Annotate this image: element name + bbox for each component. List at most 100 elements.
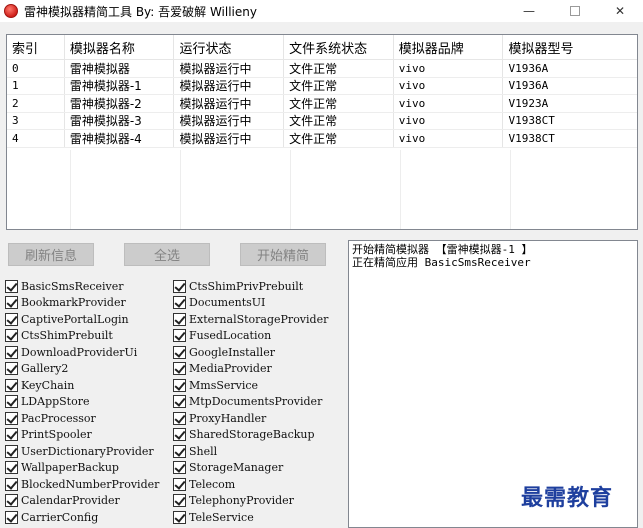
- checkbox-checked-icon[interactable]: [173, 444, 186, 458]
- checkbox-checked-icon[interactable]: [5, 312, 18, 326]
- app-checkbox-item[interactable]: CalendarProvider: [5, 493, 120, 509]
- table-row[interactable]: 0 雷神模拟器 模拟器运行中 文件正常 vivo V1936A: [7, 60, 637, 78]
- minimize-button[interactable]: —: [506, 0, 552, 22]
- app-checkbox-item[interactable]: TeleService: [173, 509, 254, 525]
- checkbox-checked-icon[interactable]: [173, 461, 186, 474]
- checkbox-checked-icon[interactable]: [173, 378, 186, 392]
- column-header-name[interactable]: 模拟器名称: [65, 35, 175, 59]
- app-checkbox-item[interactable]: DownloadProviderUi: [5, 344, 137, 360]
- app-checkbox-label: CalendarProvider: [21, 494, 120, 507]
- cell-run-status: 模拟器运行中: [174, 112, 285, 129]
- app-checkbox-item[interactable]: CarrierConfig: [5, 509, 98, 525]
- checkbox-checked-icon[interactable]: [173, 312, 186, 326]
- checkbox-checked-icon[interactable]: [173, 329, 186, 342]
- cell-index: 3: [7, 112, 65, 129]
- close-button[interactable]: ✕: [597, 0, 643, 22]
- app-checkbox-item[interactable]: Shell: [173, 443, 217, 459]
- maximize-button[interactable]: [552, 0, 598, 22]
- checkbox-checked-icon[interactable]: [5, 494, 18, 507]
- emulator-table[interactable]: 索引 模拟器名称 运行状态 文件系统状态 模拟器品牌 模拟器型号 0 雷神模拟器模…: [6, 34, 638, 230]
- app-checkbox-item[interactable]: BlockedNumberProvider: [5, 476, 159, 492]
- table-row[interactable]: 1 雷神模拟器-1 模拟器运行中 文件正常 vivo V1936A: [7, 77, 637, 95]
- app-checkbox-item[interactable]: BasicSmsReceiver: [5, 278, 124, 294]
- app-checkbox-item[interactable]: TelephonyProvider: [173, 493, 294, 509]
- app-checkbox-item[interactable]: KeyChain: [5, 377, 74, 393]
- table-row[interactable]: 3 雷神模拟器-3 模拟器运行中 文件正常 vivo V1938CT: [7, 112, 637, 130]
- column-header-brand[interactable]: 模拟器品牌: [394, 35, 504, 59]
- app-checkbox-label: DownloadProviderUi: [21, 345, 138, 359]
- app-checkbox-item[interactable]: FusedLocation: [173, 328, 271, 344]
- column-header-fs-status[interactable]: 文件系统状态: [284, 35, 394, 59]
- app-checkbox-item[interactable]: PrintSpooler: [5, 427, 92, 443]
- checkbox-checked-icon[interactable]: [5, 411, 18, 425]
- app-checkbox-item[interactable]: WallpaperBackup: [5, 460, 119, 476]
- app-checkbox-item[interactable]: MediaProvider: [173, 361, 272, 377]
- start-slim-button[interactable]: 开始精简: [240, 243, 326, 266]
- app-checkbox-item[interactable]: UserDictionaryProvider: [5, 443, 154, 459]
- checkbox-checked-icon[interactable]: [5, 362, 18, 375]
- app-checkbox-item[interactable]: SharedStorageBackup: [173, 427, 315, 443]
- grid-line: [180, 150, 181, 229]
- app-checkbox-label: MtpDocumentsProvider: [189, 395, 323, 408]
- checkbox-checked-icon[interactable]: [173, 510, 186, 524]
- app-checkbox-item[interactable]: CaptivePortalLogin: [5, 311, 129, 327]
- checkbox-checked-icon[interactable]: [5, 444, 18, 458]
- app-checkbox-item[interactable]: Telecom: [173, 476, 235, 492]
- app-checkbox-item[interactable]: ProxyHandler: [173, 410, 266, 426]
- checkbox-checked-icon[interactable]: [173, 428, 186, 441]
- app-checkbox-label: CaptivePortalLogin: [21, 312, 129, 326]
- checkbox-checked-icon[interactable]: [173, 477, 186, 491]
- app-checkbox-item[interactable]: DocumentsUI: [173, 295, 265, 311]
- app-checkbox-item[interactable]: Gallery2: [5, 361, 68, 377]
- app-checkbox-label: BookmarkProvider: [21, 296, 126, 309]
- checkbox-checked-icon[interactable]: [5, 345, 18, 359]
- app-checkbox-item[interactable]: PacProcessor: [5, 410, 96, 426]
- app-checkbox-label: TelephonyProvider: [189, 494, 294, 507]
- checkbox-checked-icon[interactable]: [173, 395, 186, 408]
- app-checkbox-label: BlockedNumberProvider: [21, 477, 160, 491]
- checkbox-checked-icon[interactable]: [173, 494, 186, 507]
- checkbox-checked-icon[interactable]: [5, 378, 18, 392]
- checkbox-checked-icon[interactable]: [173, 362, 186, 375]
- column-header-run-status[interactable]: 运行状态: [174, 35, 285, 59]
- checkbox-checked-icon[interactable]: [5, 428, 18, 441]
- table-row[interactable]: 4 雷神模拟器-4 模拟器运行中 文件正常 vivo V1938CT: [7, 130, 637, 148]
- checkbox-checked-icon[interactable]: [173, 345, 186, 359]
- cell-run-status: 模拟器运行中: [174, 77, 285, 94]
- checkbox-checked-icon[interactable]: [5, 279, 18, 293]
- checkbox-checked-icon[interactable]: [5, 395, 18, 408]
- app-checkbox-item[interactable]: BookmarkProvider: [5, 295, 126, 311]
- app-checkbox-label: Shell: [189, 444, 218, 458]
- checkbox-checked-icon[interactable]: [173, 279, 186, 293]
- checkbox-checked-icon[interactable]: [5, 477, 18, 491]
- table-row[interactable]: 2 雷神模拟器-2 模拟器运行中 文件正常 vivo V1923A: [7, 95, 637, 113]
- log-line: 开始精简模拟器 【雷神模拟器-1 】: [352, 243, 533, 256]
- column-header-model[interactable]: 模拟器型号: [503, 35, 637, 59]
- app-checkbox-item[interactable]: CtsShimPrivPrebuilt: [173, 278, 303, 294]
- app-checkbox-item[interactable]: LDAppStore: [5, 394, 90, 410]
- table-empty-area: [7, 150, 637, 229]
- cell-name: 雷神模拟器: [65, 60, 175, 77]
- app-checkbox-item[interactable]: ExternalStorageProvider: [173, 311, 328, 327]
- cell-model: V1936A: [508, 61, 549, 75]
- checkbox-checked-icon[interactable]: [5, 461, 18, 474]
- cell-run-status: 模拟器运行中: [174, 95, 285, 112]
- app-checkbox-item[interactable]: CtsShimPrebuilt: [5, 328, 113, 344]
- checkbox-checked-icon[interactable]: [173, 411, 186, 425]
- refresh-info-button[interactable]: 刷新信息: [8, 243, 94, 266]
- app-checkbox-item[interactable]: MtpDocumentsProvider: [173, 394, 322, 410]
- cell-brand: vivo: [394, 130, 504, 147]
- app-checkbox-item[interactable]: MmsService: [173, 377, 258, 393]
- checkbox-checked-icon[interactable]: [5, 296, 18, 309]
- app-checkbox-item[interactable]: GoogleInstaller: [173, 344, 275, 360]
- checkbox-checked-icon[interactable]: [5, 329, 18, 342]
- checkbox-checked-icon[interactable]: [173, 296, 186, 309]
- cell-fs-status: 文件正常: [284, 95, 394, 112]
- checkbox-checked-icon[interactable]: [5, 510, 18, 524]
- cell-fs-status: 文件正常: [284, 112, 394, 129]
- column-header-index[interactable]: 索引: [7, 35, 65, 59]
- select-all-button[interactable]: 全选: [124, 243, 210, 266]
- cell-model: V1923A: [508, 96, 549, 110]
- app-checkbox-item[interactable]: StorageManager: [173, 460, 283, 476]
- cell-brand: vivo: [394, 112, 504, 129]
